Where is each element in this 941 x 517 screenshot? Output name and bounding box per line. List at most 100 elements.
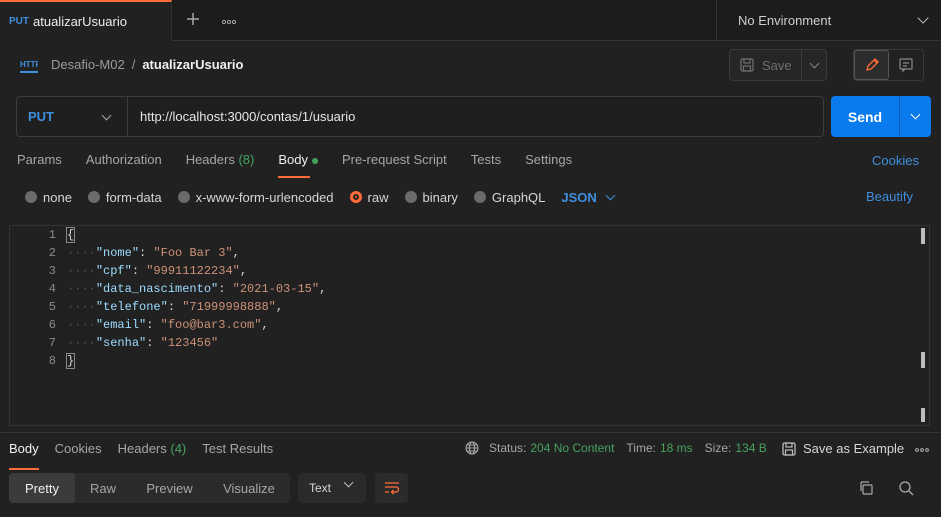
more-tabs-icon[interactable] [221, 13, 237, 28]
response-view-switcher: Pretty Raw Preview Visualize [9, 473, 290, 503]
size-label: Size: [704, 441, 732, 455]
json-key: "cpf" [95, 264, 132, 278]
more-options-icon[interactable] [915, 444, 929, 456]
beautify-link[interactable]: Beautify [866, 189, 913, 204]
save-icon [782, 441, 796, 456]
radio-button[interactable] [177, 191, 190, 203]
response-format-label: Text [309, 481, 332, 495]
new-tab-plus-icon[interactable] [186, 10, 202, 30]
size-value[interactable]: 134 B [735, 441, 766, 455]
json-value: "71999998888" [182, 300, 276, 314]
response-format-select[interactable]: Text [298, 473, 366, 503]
line-number: 3 [48, 264, 56, 278]
code-indent: ···· [67, 300, 96, 314]
radio-binary[interactable]: binary [404, 190, 458, 205]
radio-form-data[interactable]: form-data [87, 189, 162, 205]
response-tab-test-results[interactable]: Test Results [202, 441, 273, 464]
code-line: } [65, 352, 326, 370]
json-key: "email" [95, 318, 147, 332]
body-indicator-dot [311, 157, 318, 164]
body-format-select[interactable]: JSON [561, 190, 616, 205]
time-label: Time: [626, 441, 656, 455]
chevron-down-icon [917, 12, 929, 24]
save-button[interactable]: Save [730, 50, 802, 80]
view-raw[interactable]: Raw [75, 473, 131, 503]
radio-button-checked[interactable] [349, 191, 362, 203]
wrap-lines-button[interactable] [375, 473, 408, 503]
url-input[interactable] [128, 97, 823, 136]
status-value[interactable]: 204 No Content [530, 441, 614, 455]
response-tab-cookies[interactable]: Cookies [55, 441, 102, 464]
code-text: , [261, 318, 269, 332]
http-request-icon: HTTP [20, 57, 42, 73]
radio-button[interactable] [25, 191, 37, 203]
chevron-down-icon [605, 190, 616, 200]
pencil-icon [865, 58, 879, 71]
breadcrumb-request-name[interactable]: atualizarUsuario [142, 57, 243, 72]
tab-pre-request-script[interactable]: Pre-request Script [342, 152, 447, 174]
response-headers-label: Headers [117, 441, 167, 456]
body-type-options: none form-data x-www-form-urlencoded raw… [25, 189, 616, 205]
view-pretty[interactable]: Pretty [9, 473, 75, 503]
code-line: ····"telefone": "71999998888", [67, 300, 284, 314]
tab-authorization[interactable]: Authorization [86, 152, 162, 174]
tab-params[interactable]: Params [17, 152, 62, 174]
chevron-down-icon [910, 109, 921, 120]
line-number: 2 [48, 246, 56, 260]
code-text: , [232, 246, 240, 260]
radio-button[interactable] [404, 191, 417, 203]
edit-mode-button[interactable] [854, 50, 889, 80]
save-as-example-button[interactable]: Save as Example [782, 441, 904, 456]
code-text: , [275, 300, 284, 314]
radio-label: raw [367, 189, 389, 205]
save-options-button[interactable] [802, 58, 826, 68]
json-value: "foo@bar3.com" [160, 318, 262, 332]
method-select[interactable]: PUT [17, 97, 128, 136]
documentation-button[interactable] [889, 50, 923, 80]
view-visualize[interactable]: Visualize [208, 473, 290, 503]
cookies-link[interactable]: Cookies [872, 153, 919, 168]
radio-graphql[interactable]: GraphQL [473, 190, 545, 205]
body-editor[interactable]: 1 2 3 4 5 6 7 8 { ····"nome": "Foo Bar 3… [9, 225, 930, 426]
code-content[interactable]: { ····"nome": "Foo Bar 3", ····"cpf": "9… [65, 226, 326, 370]
environment-select[interactable]: No Environment [716, 0, 941, 41]
copy-icon[interactable] [858, 480, 874, 499]
save-icon [740, 58, 754, 72]
code-text: , [239, 264, 248, 278]
breadcrumb: Desafio-M02 / atualizarUsuario [51, 57, 243, 72]
tab-body[interactable]: Body [278, 152, 318, 178]
send-options-button[interactable] [899, 96, 931, 137]
code-indent: ···· [67, 264, 96, 278]
line-number: 5 [48, 300, 56, 314]
comment-icon [899, 58, 913, 73]
breadcrumb-collection[interactable]: Desafio-M02 [51, 57, 125, 72]
response-tab-body[interactable]: Body [9, 441, 39, 470]
code-line: { [65, 226, 326, 244]
radio-label: form-data [105, 189, 162, 205]
code-line: ····"cpf": "99911122234", [67, 264, 248, 278]
radio-urlencoded[interactable]: x-www-form-urlencoded [177, 190, 334, 205]
radio-raw[interactable]: raw [349, 189, 389, 205]
scrollbar-thumb[interactable] [921, 352, 925, 368]
request-tabs: Params Authorization Headers (8) Body Pr… [17, 152, 596, 178]
radio-button[interactable] [473, 191, 486, 203]
send-button[interactable]: Send [831, 96, 899, 137]
tab-headers[interactable]: Headers (8) [186, 152, 255, 174]
tab-settings[interactable]: Settings [525, 152, 572, 174]
radio-button[interactable] [87, 191, 100, 203]
search-icon[interactable] [898, 480, 914, 499]
request-tab[interactable]: PUT atualizarUsuario [0, 0, 172, 41]
tab-body-label: Body [278, 152, 308, 167]
radio-none[interactable]: none [25, 190, 72, 205]
response-headers-count: (4) [170, 441, 187, 456]
scrollbar-thumb[interactable] [921, 228, 925, 244]
scrollbar-thumb[interactable] [921, 408, 925, 422]
view-preview[interactable]: Preview [131, 473, 208, 503]
tab-name: atualizarUsuario [33, 14, 127, 29]
response-divider[interactable] [0, 432, 941, 433]
time-value[interactable]: 18 ms [660, 441, 693, 455]
chevron-down-icon [809, 58, 819, 68]
response-tab-headers[interactable]: Headers (4) [118, 441, 187, 464]
status-label: Status: [489, 441, 527, 455]
tab-tests[interactable]: Tests [471, 152, 501, 174]
